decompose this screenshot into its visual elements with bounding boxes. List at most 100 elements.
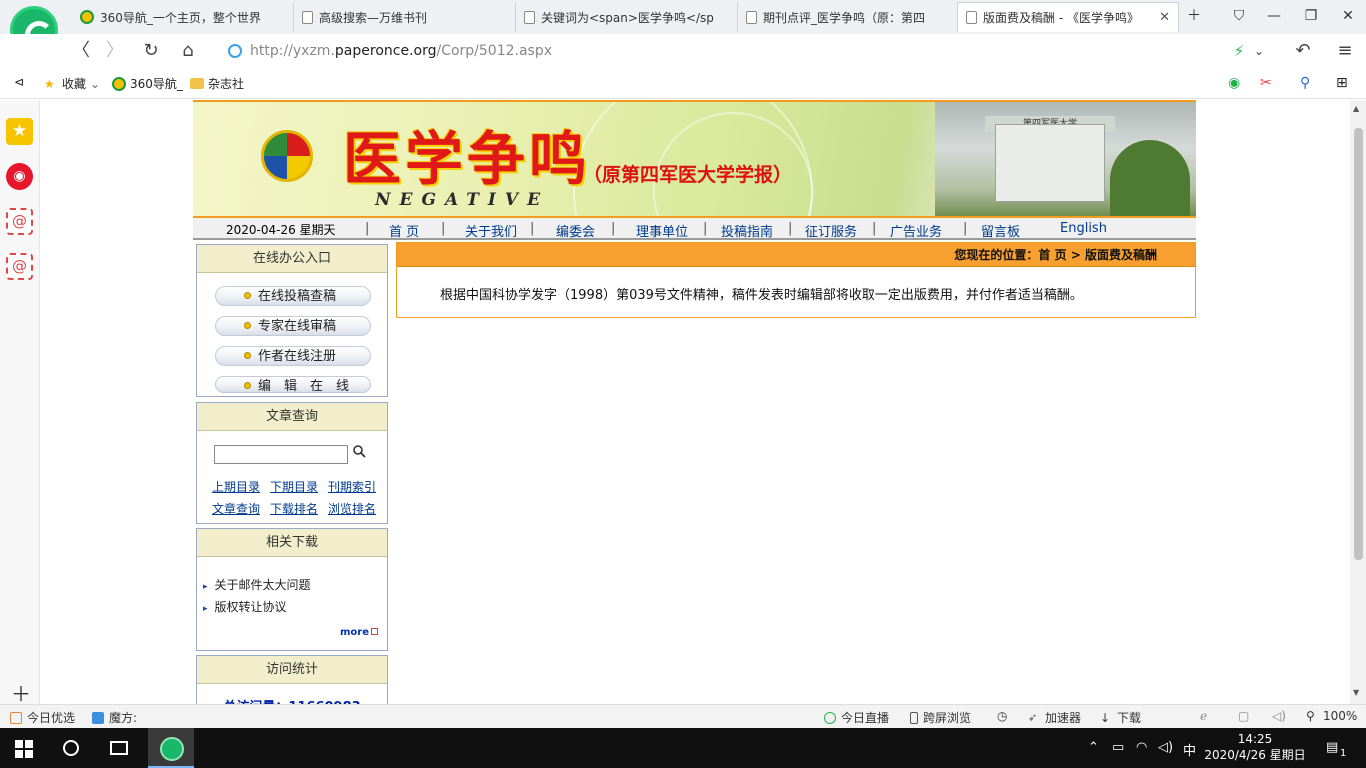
taskbar-browser-app[interactable] — [148, 728, 194, 768]
nav-editorial-board[interactable]: 编委会 — [556, 221, 595, 240]
nav-advertising[interactable]: 广告业务 — [890, 221, 942, 240]
scroll-thumb[interactable] — [1354, 128, 1363, 560]
new-tab-button[interactable]: ＋ — [1180, 5, 1208, 27]
skin-icon[interactable]: ⛉ — [1225, 5, 1253, 27]
mail-icon[interactable]: @ — [6, 253, 33, 280]
url-input[interactable]: http://yxzm. paperonce.org/Corp/5012.aspx — [218, 38, 1218, 64]
download-item[interactable]: 关于邮件太大问题 — [203, 576, 311, 593]
ime-indicator[interactable]: 中 — [1183, 740, 1196, 759]
restore-button[interactable]: ❐ — [1297, 5, 1325, 27]
breadcrumb: 您现在的位置：首 页 > 版面费及稿酬 — [397, 243, 1195, 267]
tab-keyword[interactable]: 关键词为<span>医学争鸣</sp — [516, 2, 738, 32]
vertical-scrollbar[interactable]: ▲ ▼ — [1350, 100, 1366, 704]
task-view-icon[interactable] — [110, 741, 128, 755]
tab-review[interactable]: 期刊点评_医学争鸣（原：第四 — [738, 2, 960, 32]
magic-cube[interactable]: 魔方: — [92, 709, 137, 726]
zoom-control[interactable]: ⚲ 100% — [1306, 709, 1357, 723]
download-item[interactable]: 版权转让协议 — [203, 598, 287, 615]
reload-button[interactable]: ↻ — [138, 38, 164, 64]
tab-360nav[interactable]: 360导航_一个主页，整个世界 — [72, 2, 294, 32]
author-register-button[interactable]: 作者在线注册 — [215, 346, 371, 366]
bookmark-360nav[interactable]: 360导航_ — [112, 75, 183, 92]
close-tab-icon[interactable]: ✕ — [1159, 10, 1170, 25]
bookmark-favorites[interactable]: ★ 收藏 ⌄ — [44, 75, 100, 92]
cross-screen[interactable]: 跨屏浏览 — [910, 709, 971, 726]
chevron-down-icon[interactable]: ⌄ — [1246, 38, 1272, 64]
live-today[interactable]: 今日直播 — [824, 709, 889, 726]
current-date: 2020-04-26 星期天 — [226, 223, 336, 237]
notification-count: 1 — [1340, 748, 1347, 759]
add-icon[interactable]: ＋ — [11, 678, 31, 707]
close-window-button[interactable]: ✕ — [1334, 5, 1362, 27]
clock-date: 2020/4/26 星期日 — [1204, 748, 1306, 762]
link-article-search[interactable]: 文章查询 — [212, 500, 260, 517]
forward-button[interactable]: 〉 — [102, 38, 128, 64]
link-download-ranking[interactable]: 下载排名 — [270, 500, 318, 517]
bookmark-label: 360导航_ — [130, 77, 183, 91]
campus-photo: 第四军医大学 — [935, 102, 1196, 216]
pill-label: 编 辑 在 线 — [258, 379, 350, 393]
nav-guestbook[interactable]: 留言板 — [981, 221, 1020, 240]
bookmark-folder[interactable]: 杂志社 — [190, 75, 244, 92]
page-icon — [524, 10, 535, 24]
back-button[interactable]: 〈 — [68, 38, 94, 64]
today-picks[interactable]: 今日优选 — [10, 709, 75, 726]
nav-about[interactable]: 关于我们 — [465, 221, 517, 240]
minimize-button[interactable]: — — [1260, 5, 1288, 27]
more-arrow-icon — [371, 628, 379, 635]
extension-green-icon[interactable]: ◉ — [1228, 75, 1240, 91]
link-view-ranking[interactable]: 浏览排名 — [328, 500, 376, 517]
wifi-icon[interactable]: ◠ — [1136, 740, 1147, 755]
more-link[interactable]: more — [340, 627, 379, 638]
nav-submission-guide[interactable]: 投稿指南 — [721, 221, 773, 240]
home-button[interactable]: ⌂ — [175, 38, 201, 64]
undo-button[interactable]: ↶ — [1290, 38, 1316, 64]
windows-start-icon[interactable] — [15, 740, 33, 758]
visit-count: 总访问量：11660983 — [197, 696, 387, 704]
nav-home[interactable]: 首 页 — [389, 221, 419, 240]
nav-council[interactable]: 理事单位 — [636, 221, 688, 240]
volume-icon[interactable]: ◁) — [1158, 740, 1173, 755]
scissors-icon[interactable]: ✂ — [1260, 75, 1272, 91]
zoom-level: 100% — [1323, 709, 1358, 723]
window-icon[interactable]: ▢ — [1238, 709, 1249, 723]
link-previous-issue[interactable]: 上期目录 — [212, 478, 260, 495]
downloads-panel: 相关下载 关于邮件太大问题 版权转让协议 more — [196, 528, 388, 651]
notification-icon[interactable]: ▤ — [1326, 740, 1338, 755]
search-icon[interactable] — [352, 444, 368, 460]
sound-icon[interactable]: ◁) — [1272, 709, 1286, 723]
tab-active[interactable]: 版面费及稿酬 - 《医学争鸣》 ✕ — [957, 2, 1179, 32]
nav-english[interactable]: English — [1060, 221, 1107, 236]
search-icon[interactable] — [63, 740, 79, 756]
editor-online-button[interactable]: 编 辑 在 线 — [215, 376, 371, 393]
menu-icon[interactable]: ≡ — [1332, 38, 1358, 64]
search-icon[interactable]: ⚲ — [1300, 75, 1310, 91]
tab-title: 关键词为<span>医学争鸣</sp — [541, 10, 714, 25]
history-icon[interactable]: ◷ — [997, 709, 1007, 723]
weibo-icon[interactable]: ◉ — [6, 163, 33, 190]
link-issue-index[interactable]: 刊期索引 — [328, 478, 376, 495]
expert-review-button[interactable]: 专家在线审稿 — [215, 316, 371, 336]
tab-advanced-search[interactable]: 高级搜索—万维书刊 — [294, 2, 516, 32]
link-next-issue[interactable]: 下期目录 — [270, 478, 318, 495]
favorites-star-icon[interactable]: ★ — [6, 118, 33, 145]
site-nav: 2020-04-26 星期天 | 首 页 | 关于我们 | 编委会 | 理事单位… — [193, 216, 1196, 240]
panel-heading: 文章查询 — [197, 403, 387, 431]
online-submission-button[interactable]: 在线投稿查稿 — [215, 286, 371, 306]
scroll-down-icon[interactable]: ▼ — [1353, 688, 1359, 697]
downloads[interactable]: ↓ 下载 — [1100, 709, 1141, 726]
nav-subscription[interactable]: 征订服务 — [805, 221, 857, 240]
ie-icon[interactable]: ℯ — [1200, 709, 1207, 723]
panel-heading: 相关下载 — [197, 529, 387, 557]
mail-icon[interactable]: @ — [6, 208, 33, 235]
zoom-icon: ⚲ — [1306, 709, 1315, 723]
taskbar-clock[interactable]: 14:25 2020/4/26 星期日 — [1200, 731, 1310, 763]
chevron-up-icon[interactable]: ⌃ — [1088, 740, 1099, 755]
apps-grid-icon[interactable]: ⊞ — [1336, 75, 1348, 91]
bullet-icon — [244, 352, 251, 359]
article-search-input[interactable] — [214, 445, 348, 464]
network-icon[interactable]: ▭ — [1112, 740, 1124, 755]
accelerator[interactable]: ➶ 加速器 — [1028, 709, 1081, 726]
scroll-up-icon[interactable]: ▲ — [1353, 104, 1359, 113]
sidebar-toggle-icon[interactable]: ⊲ — [14, 75, 24, 89]
